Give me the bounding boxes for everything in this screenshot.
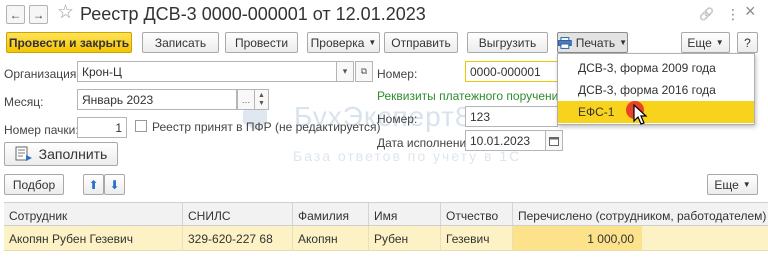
cell-amount: 1 000,00	[512, 226, 642, 250]
arrow-right-icon: →	[32, 7, 45, 22]
cell-first-name: Рубен	[368, 226, 440, 250]
export-button[interactable]: Выгрузить	[467, 32, 548, 53]
cell-patronymic: Гезевич	[440, 226, 512, 250]
payment-number-field[interactable]: 123	[465, 106, 558, 127]
caret-down-icon: ▼	[715, 38, 724, 47]
fill-icon	[15, 146, 32, 161]
mouse-cursor-icon	[633, 104, 648, 125]
arrow-left-icon: ←	[9, 7, 22, 22]
month-label: Месяц:	[4, 95, 44, 109]
registered-checkbox[interactable]	[135, 120, 147, 132]
print-menu: ДСВ-3, форма 2009 года ДСВ-3, форма 2016…	[557, 53, 755, 125]
close-icon[interactable]: ×	[745, 2, 756, 20]
post-and-close-button[interactable]: Провести и закрыть	[6, 32, 132, 53]
print-label: Печать	[575, 35, 616, 50]
save-button[interactable]: Записать	[142, 32, 219, 53]
post-button[interactable]: Провести	[225, 32, 298, 53]
back-button[interactable]: ←	[6, 5, 25, 24]
post-and-close-label: Провести и закрыть	[8, 35, 130, 50]
save-label: Записать	[154, 35, 207, 50]
stepper-up-icon[interactable]: ▲	[258, 92, 265, 100]
organization-open-button[interactable]: ⧉	[355, 61, 373, 82]
table-more-label: Еще	[714, 177, 739, 192]
fill-button[interactable]: Заполнить	[4, 142, 118, 166]
registered-checkbox-label: Реестр принят в ПФР (не редактируется)	[152, 120, 381, 134]
month-field[interactable]: Январь 2023	[77, 89, 237, 110]
ellipsis-icon: …	[241, 94, 251, 105]
number-field[interactable]: 0000-000001	[465, 61, 558, 82]
calendar-button[interactable]	[545, 130, 563, 151]
payment-number-label: Номер:	[377, 112, 418, 126]
caret-down-icon: ▼	[619, 38, 627, 47]
chevron-down-icon: ▾	[342, 66, 348, 76]
fill-label: Заполнить	[38, 146, 108, 162]
column-header-last-name[interactable]: Фамилия	[292, 203, 368, 225]
payment-date-field[interactable]: 10.01.2023	[465, 130, 546, 151]
send-button[interactable]: Отправить	[384, 32, 458, 53]
cell-employee: Акопян Рубен Гезевич	[9, 232, 134, 246]
arrow-down-icon: ⬇	[109, 177, 120, 192]
cell-last-name: Акопян	[292, 226, 368, 250]
payment-date-label: Дата исполнения:	[377, 136, 476, 150]
column-header-patronymic[interactable]: Отчество	[440, 203, 512, 225]
select-label: Подбор	[12, 177, 56, 192]
export-label: Выгрузить	[478, 35, 537, 50]
open-link-icon: ⧉	[360, 66, 368, 76]
print-menu-item-efs1[interactable]: ЕФС-1	[558, 101, 754, 123]
print-dropdown-button[interactable]: Печать ▼	[557, 32, 628, 53]
caret-down-icon: ▼	[742, 180, 751, 189]
help-button[interactable]: ?	[737, 32, 758, 53]
month-stepper[interactable]: ▲ ▼	[254, 89, 269, 110]
select-button[interactable]: Подбор	[4, 174, 64, 195]
stepper-down-icon[interactable]: ▼	[258, 100, 265, 108]
send-label: Отправить	[391, 35, 451, 50]
organization-label: Организация:	[4, 67, 80, 81]
table-header: Сотрудник СНИЛС Фамилия Имя Отчество Пер…	[4, 202, 768, 226]
column-header-amount[interactable]: Перечислено (сотрудником, работодателем)	[512, 203, 768, 225]
move-up-button[interactable]: ⬆	[83, 174, 104, 195]
column-header-snils[interactable]: СНИЛС	[182, 203, 292, 225]
window-title: Реестр ДСВ-3 0000-000001 от 12.01.2023	[80, 4, 426, 24]
check-label: Проверка	[310, 35, 365, 50]
link-icon[interactable]: 🔗	[699, 5, 714, 23]
pack-number-label: Номер пачки:	[4, 123, 79, 137]
more-label: Еще	[687, 35, 712, 50]
payment-section-label: Реквизиты платежного поручения	[377, 89, 565, 103]
cell-snils: 329-620-227 68	[182, 226, 292, 250]
help-label: ?	[744, 35, 751, 50]
favorite-star-icon[interactable]: ☆	[57, 2, 74, 24]
print-menu-item-dsv3-2016[interactable]: ДСВ-3, форма 2016 года	[558, 79, 754, 101]
more-dropdown-button[interactable]: Еще ▼	[681, 32, 730, 53]
column-header-first-name[interactable]: Имя	[368, 203, 440, 225]
column-header-employee[interactable]: Сотрудник	[4, 203, 182, 225]
month-select-button[interactable]: …	[237, 89, 255, 110]
organization-field[interactable]: Крон-Ц	[77, 61, 337, 82]
move-down-button[interactable]: ⬇	[104, 174, 125, 195]
more-vertical-icon[interactable]: ⋮	[726, 5, 740, 23]
forward-button[interactable]: →	[29, 5, 48, 24]
post-label: Провести	[234, 35, 289, 50]
print-menu-item-dsv3-2009[interactable]: ДСВ-3, форма 2009 года	[558, 57, 754, 79]
table-row[interactable]: Акопян Рубен Гезевич 329-620-227 68 Акоп…	[4, 226, 768, 251]
check-dropdown-button[interactable]: Проверка ▼	[307, 32, 380, 53]
number-label: Номер:	[377, 67, 418, 81]
arrow-up-icon: ⬆	[88, 177, 99, 192]
printer-icon	[558, 36, 572, 49]
organization-dropdown-button[interactable]: ▾	[336, 61, 354, 82]
calendar-icon	[549, 136, 559, 146]
caret-down-icon: ▼	[368, 38, 377, 47]
table-more-dropdown-button[interactable]: Еще ▼	[707, 174, 758, 195]
pack-number-field[interactable]: 1	[77, 117, 127, 138]
